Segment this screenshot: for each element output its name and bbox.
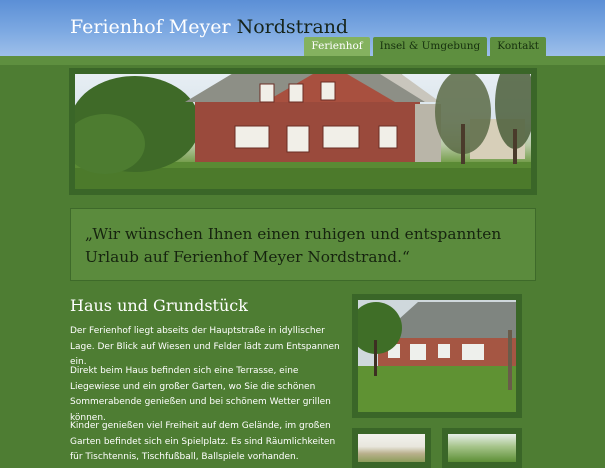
side-photo-field[interactable] (352, 428, 431, 468)
side-photo-field-image (358, 434, 425, 462)
nav-band (0, 56, 605, 65)
welcome-quote: „Wir wünschen Ihnen einen ruhigen und en… (85, 225, 502, 266)
farmhouse-illustration (75, 74, 531, 189)
nav-tab-insel-umgebung[interactable]: Insel & Umgebung (372, 37, 488, 56)
section-title: Haus und Grundstück (70, 296, 248, 315)
house-illustration (358, 300, 516, 412)
side-photo-house-image (358, 300, 516, 412)
hero-photo-farmhouse (75, 74, 531, 189)
side-photo-house[interactable] (352, 294, 522, 418)
nav-tab-ferienhof[interactable]: Ferienhof (304, 37, 370, 56)
site-title[interactable]: Ferienhof Meyer Nordstrand (70, 16, 348, 38)
welcome-quote-box: „Wir wünschen Ihnen einen ruhigen und en… (70, 208, 536, 281)
hero-photo-frame (69, 68, 537, 195)
paragraph-garden: Direkt beim Haus befinden sich eine Terr… (70, 366, 331, 423)
nav-tab-kontakt[interactable]: Kontakt (490, 37, 546, 56)
side-photo-garden[interactable] (442, 428, 522, 468)
site-title-accent: Nordstrand (236, 16, 349, 38)
side-photo-garden-image (448, 434, 516, 462)
paragraph-children: Kinder genießen viel Freiheit auf dem Ge… (70, 421, 336, 462)
site-title-main: Ferienhof Meyer (70, 16, 231, 38)
main-nav: Ferienhof Insel & Umgebung Kontakt (304, 37, 546, 56)
